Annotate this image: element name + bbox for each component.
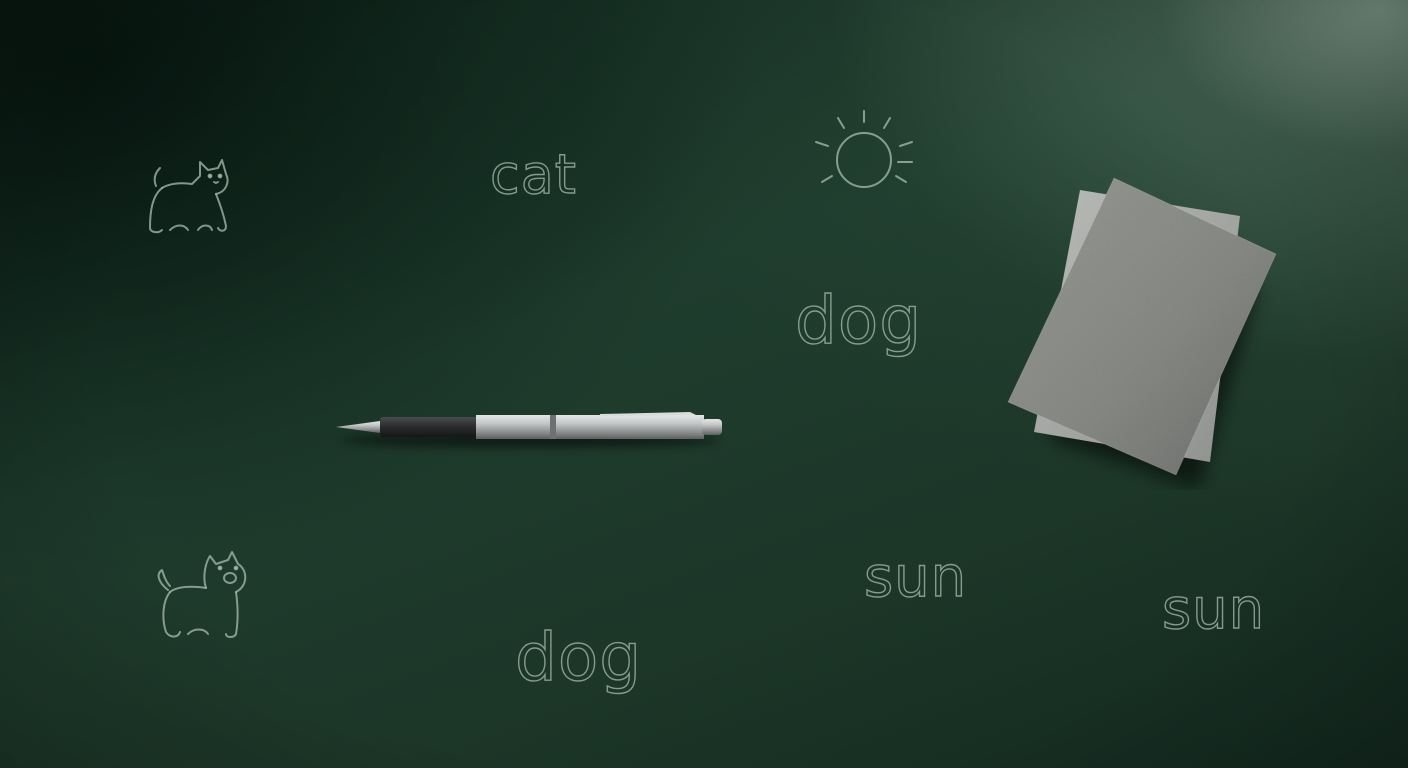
dog-doodle-icon — [148, 546, 258, 646]
notebook-stack — [990, 170, 1290, 494]
word-dog-upper: dog — [794, 282, 923, 359]
cat-doodle-icon — [140, 152, 240, 242]
sun-doodle-icon — [812, 106, 918, 198]
word-dog-lower: dog — [514, 619, 643, 696]
word-sun-middle: sun — [863, 545, 968, 610]
pen — [330, 400, 730, 460]
word-cat: cat — [489, 143, 577, 206]
word-sun-right: sun — [1161, 577, 1266, 642]
